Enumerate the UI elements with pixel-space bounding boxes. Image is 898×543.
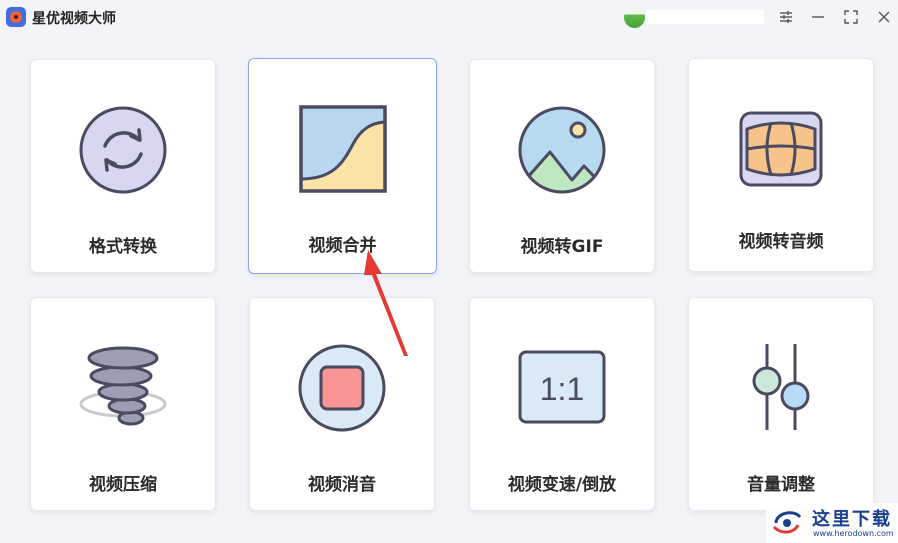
tool-label: 视频消音 <box>308 475 376 495</box>
watermark: 这里下载 www.herodown.com <box>766 503 898 543</box>
svg-text:1:1: 1:1 <box>540 371 584 407</box>
tool-label: 音量调整 <box>747 475 815 495</box>
tool-card-video-compress[interactable]: 视频压缩 <box>30 297 216 511</box>
convert-icon <box>73 100 173 200</box>
merge-icon <box>293 99 393 199</box>
tool-card-video-to-audio[interactable]: 视频转音频 <box>688 58 874 272</box>
image-icon <box>512 100 612 200</box>
tool-card-volume-adjust[interactable]: 音量调整 <box>688 297 874 511</box>
audio-icon <box>731 99 831 199</box>
tool-card-format-convert[interactable]: 格式转换 <box>30 59 216 273</box>
tool-label: 视频转音频 <box>738 232 824 252</box>
tool-card-video-merge[interactable]: 视频合并 <box>248 58 437 274</box>
tool-label: 格式转换 <box>89 237 157 257</box>
close-icon[interactable] <box>873 6 895 28</box>
watermark-title: 这里下载 <box>812 509 892 530</box>
minimize-icon[interactable] <box>807 6 829 28</box>
tool-card-video-to-gif[interactable]: 视频转GIF <box>469 59 655 273</box>
app-logo-icon <box>6 7 26 27</box>
tool-card-video-speed-reverse[interactable]: 1:1 视频变速/倒放 <box>469 297 655 511</box>
tool-label: 视频压缩 <box>89 475 157 495</box>
watermark-url: www.herodown.com <box>813 529 894 538</box>
title-bar: 星优视频大师 <box>0 0 898 34</box>
sliders-icon <box>731 338 831 438</box>
tool-label: 视频转GIF <box>520 237 604 257</box>
user-name[interactable] <box>646 10 764 24</box>
user-avatar[interactable] <box>624 7 645 28</box>
tool-label: 视频变速/倒放 <box>507 475 617 495</box>
annotation-arrow <box>360 248 420 358</box>
ratio-icon: 1:1 <box>512 338 612 438</box>
watermark-logo-icon <box>772 507 802 537</box>
settings-icon[interactable] <box>775 6 797 28</box>
app-title: 星优视频大师 <box>32 11 116 27</box>
tornado-icon <box>73 338 173 438</box>
maximize-icon[interactable] <box>840 6 862 28</box>
